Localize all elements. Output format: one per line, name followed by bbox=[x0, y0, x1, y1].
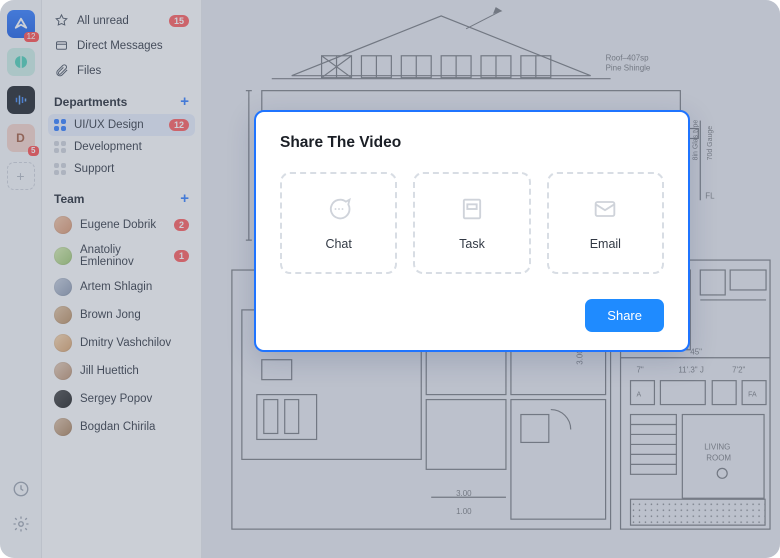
option-label: Email bbox=[590, 237, 621, 251]
modal-title: Share The Video bbox=[280, 134, 664, 152]
workspace-badge: 12 bbox=[24, 32, 39, 42]
member-badge: 2 bbox=[174, 219, 189, 231]
svg-text:8in Glas type: 8in Glas type bbox=[692, 120, 699, 161]
nav-label: All unread bbox=[77, 15, 161, 27]
section-title: Departments bbox=[54, 95, 127, 109]
star-icon bbox=[54, 13, 69, 28]
avatar bbox=[54, 278, 72, 296]
option-label: Task bbox=[459, 237, 485, 251]
workspace-4[interactable]: D 5 bbox=[7, 124, 35, 152]
member-name: Anatoliy Emleninov bbox=[80, 244, 166, 268]
grid-icon bbox=[54, 141, 66, 153]
svg-text:A: A bbox=[636, 392, 641, 399]
nav-label: Direct Messages bbox=[77, 40, 189, 52]
add-workspace-button[interactable]: + bbox=[7, 162, 35, 190]
team-member[interactable]: Dmitry Vashchilov bbox=[48, 329, 195, 357]
paperclip-icon bbox=[54, 63, 69, 78]
add-department-button[interactable]: + bbox=[180, 93, 189, 110]
avatar bbox=[54, 216, 72, 234]
dept-label: Support bbox=[74, 163, 189, 175]
settings-icon[interactable] bbox=[12, 515, 30, 538]
team-member[interactable]: Sergey Popov bbox=[48, 385, 195, 413]
grid-icon bbox=[54, 119, 66, 131]
team-member[interactable]: Jill Huettich bbox=[48, 357, 195, 385]
option-label: Chat bbox=[325, 237, 351, 251]
avatar bbox=[54, 247, 72, 265]
team-header: Team + bbox=[48, 180, 195, 211]
svg-text:Pine Shingle: Pine Shingle bbox=[606, 64, 651, 73]
member-name: Dmitry Vashchilov bbox=[80, 337, 189, 349]
unread-badge: 15 bbox=[169, 15, 189, 27]
team-member[interactable]: Brown Jong bbox=[48, 301, 195, 329]
nav-files[interactable]: Files bbox=[48, 58, 195, 83]
team-member[interactable]: Bogdan Chirila bbox=[48, 413, 195, 441]
dept-uiux[interactable]: UI/UX Design 12 bbox=[48, 114, 195, 136]
sidebar: All unread 15 Direct Messages Files Depa… bbox=[42, 0, 202, 558]
share-option-task[interactable]: Task bbox=[413, 172, 530, 274]
share-option-email[interactable]: Email bbox=[547, 172, 664, 274]
member-name: Brown Jong bbox=[80, 309, 189, 321]
workspace-letter: D bbox=[16, 131, 25, 145]
section-title: Team bbox=[54, 192, 84, 206]
mailbox-icon bbox=[54, 38, 69, 53]
member-name: Bogdan Chirila bbox=[80, 421, 189, 433]
departments-header: Departments + bbox=[48, 83, 195, 114]
dept-badge: 12 bbox=[169, 119, 189, 131]
gap-circle-icon bbox=[12, 53, 30, 71]
share-option-chat[interactable]: Chat bbox=[280, 172, 397, 274]
workspace-2[interactable] bbox=[7, 48, 35, 76]
share-button[interactable]: Share bbox=[585, 299, 664, 332]
member-name: Sergey Popov bbox=[80, 393, 189, 405]
app-rail: 12 D 5 + bbox=[0, 0, 42, 558]
svg-text:45": 45" bbox=[690, 348, 702, 357]
member-name: Jill Huettich bbox=[80, 365, 189, 377]
svg-text:11'.3" J: 11'.3" J bbox=[678, 366, 703, 375]
grid-icon bbox=[54, 163, 66, 175]
svg-text:1.00: 1.00 bbox=[456, 507, 472, 516]
dept-support[interactable]: Support bbox=[48, 158, 195, 180]
svg-text:FA: FA bbox=[748, 392, 757, 399]
svg-text:3.00: 3.00 bbox=[456, 489, 472, 498]
triangle-logo-icon bbox=[12, 15, 30, 33]
svg-text:70d Gauge: 70d Gauge bbox=[707, 126, 714, 161]
workspace-primary[interactable]: 12 bbox=[7, 10, 35, 38]
task-icon bbox=[458, 195, 486, 223]
svg-text:7": 7" bbox=[636, 366, 643, 375]
dept-label: UI/UX Design bbox=[74, 119, 161, 131]
member-name: Eugene Dobrik bbox=[80, 219, 166, 231]
add-team-member-button[interactable]: + bbox=[180, 190, 189, 207]
nav-all-unread[interactable]: All unread 15 bbox=[48, 8, 195, 33]
history-icon[interactable] bbox=[12, 480, 30, 503]
avatar bbox=[54, 418, 72, 436]
share-video-modal: Share The Video Chat Task Email Share bbox=[254, 110, 690, 352]
dept-label: Development bbox=[74, 141, 189, 153]
member-badge: 1 bbox=[174, 250, 189, 262]
team-member[interactable]: Eugene Dobrik 2 bbox=[48, 211, 195, 239]
team-member[interactable]: Artem Shlagin bbox=[48, 273, 195, 301]
workspace-3[interactable] bbox=[7, 86, 35, 114]
svg-text:7'2": 7'2" bbox=[732, 366, 745, 375]
avatar bbox=[54, 334, 72, 352]
svg-text:FL: FL bbox=[705, 191, 715, 200]
sound-bars-icon bbox=[12, 91, 30, 109]
avatar bbox=[54, 306, 72, 324]
nav-label: Files bbox=[77, 65, 189, 77]
avatar bbox=[54, 390, 72, 408]
svg-text:ROOM: ROOM bbox=[706, 453, 731, 462]
svg-text:Roof–407sp: Roof–407sp bbox=[606, 54, 650, 63]
chat-icon bbox=[325, 195, 353, 223]
svg-text:LIVING: LIVING bbox=[704, 442, 730, 451]
team-member[interactable]: Anatoliy Emleninov 1 bbox=[48, 239, 195, 273]
dept-development[interactable]: Development bbox=[48, 136, 195, 158]
email-icon bbox=[591, 195, 619, 223]
avatar bbox=[54, 362, 72, 380]
workspace-4-badge: 5 bbox=[28, 146, 38, 156]
app-window: 12 D 5 + All unread 15 Direct Messages bbox=[0, 0, 780, 558]
nav-direct-messages[interactable]: Direct Messages bbox=[48, 33, 195, 58]
member-name: Artem Shlagin bbox=[80, 281, 189, 293]
